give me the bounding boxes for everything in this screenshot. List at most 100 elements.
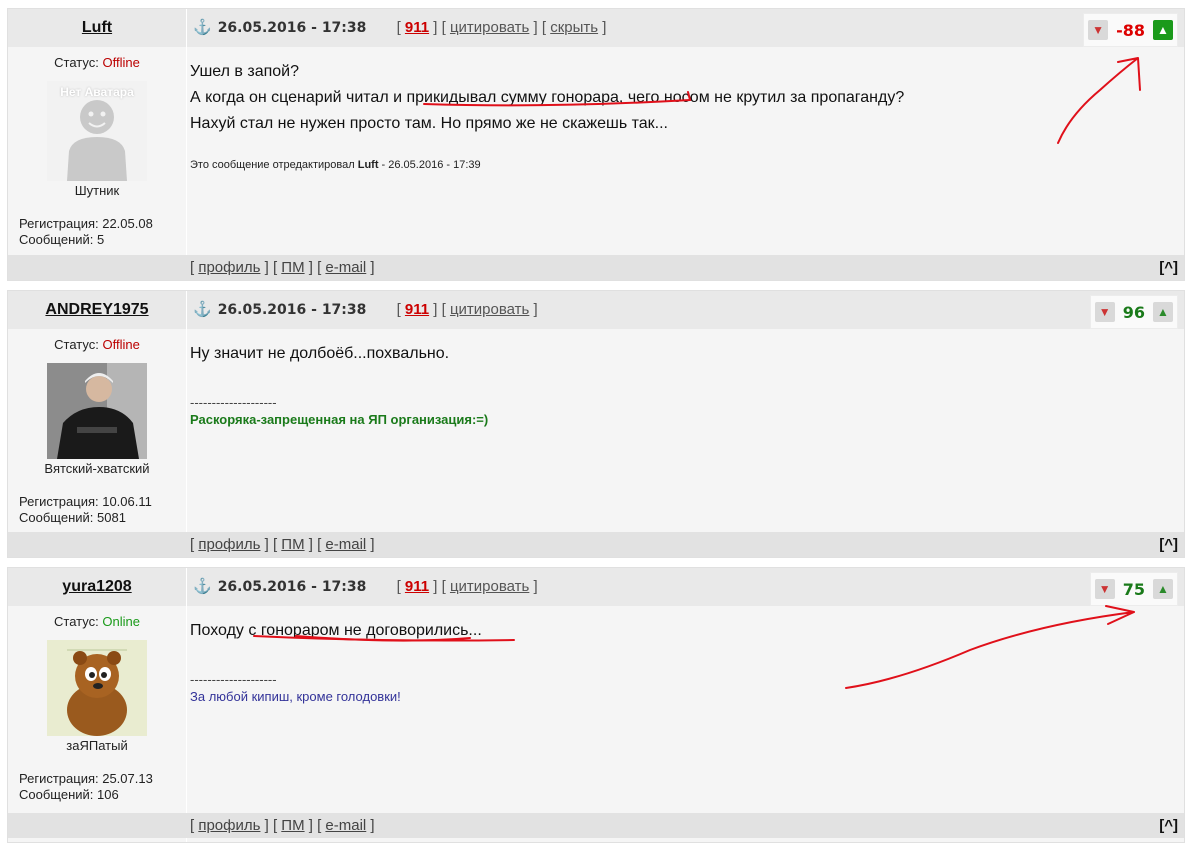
author-panel: Статус: Online заЯПатый Регистрация: 25.… [8,606,186,803]
post-number-link[interactable]: 911 [405,301,429,318]
post-number-link[interactable]: 911 [405,19,429,36]
forum-post: Luft ⚓ 26.05.2016 - 17:38 [ 911 ] [ цитир… [7,8,1185,281]
quote-link[interactable]: цитировать [450,301,529,318]
rating-score: 75 [1122,579,1145,599]
author-info: Регистрация: 25.07.13 Сообщений: 106 [8,771,186,803]
post-body: Походу с гонораром не договорились... --… [190,606,1174,704]
rating-score: 96 [1122,302,1145,322]
profile-link[interactable]: профиль [198,817,260,834]
post-meta: ⚓ 26.05.2016 - 17:38 [ 911 ] [ цитировать… [193,9,606,47]
author-info: Регистрация: 10.06.11 Сообщений: 5081 [8,494,186,526]
anchor-icon[interactable]: ⚓ [193,19,212,36]
message-line: Походу с гонораром не договорились... [190,622,482,639]
post-meta: ⚓ 26.05.2016 - 17:38 [ 911 ] [ цитировать… [193,291,538,329]
edit-note-prefix: Это сообщение отредактировал [190,159,355,171]
post-author[interactable]: Luft [8,9,186,47]
footer-links: [ профиль ] [ ПМ ] [ e-mail ] [190,536,375,553]
pm-link[interactable]: ПМ [281,259,304,276]
post-rating: ▼ 96 ▲ [1089,295,1178,329]
status-value: Online [102,614,140,629]
rating-score: -88 [1116,20,1145,40]
author-rank: заЯПатый [66,738,128,753]
message-count: Сообщений: 5 [19,232,105,247]
author-status: Статус: Offline [8,55,186,70]
thumbs-down-icon[interactable]: ▼ [1088,20,1109,40]
user-photo-icon [47,363,147,459]
post-rating: ▼ 75 ▲ [1089,572,1178,606]
author-status: Статус: Online [8,614,186,629]
post-actions: [ 911 ] [ цитировать ] [396,301,538,318]
message-line: Ушел в запой? [190,63,300,80]
author-rank: Шутник [74,183,120,198]
status-label: Статус: [54,55,99,70]
post-date: 26.05.2016 - 17:38 [217,579,367,595]
post-header: ANDREY1975 ⚓ 26.05.2016 - 17:38 [ 911 ] [… [8,291,1184,329]
thumbs-down-icon[interactable]: ▼ [1094,579,1115,599]
post-date: 26.05.2016 - 17:38 [217,20,367,36]
edit-note: Это сообщение отредактировал Luft - 26.0… [190,159,1174,171]
post-footer: [ профиль ] [ ПМ ] [ e-mail ] [^] [8,255,1184,280]
message-count: Сообщений: 106 [19,787,119,802]
anchor-icon[interactable]: ⚓ [193,578,212,595]
post-body: Ну значит не долбоёб...похвально. ------… [190,329,1174,427]
signature: Раскоряка-запрещенная на ЯП организация:… [190,412,489,427]
message-line: Ну значит не долбоёб...похвально. [190,345,450,362]
author-panel: Статус: Offline Вятский-хватский Регистр… [8,329,186,526]
status-value: Offline [102,55,140,70]
post-number-link[interactable]: 911 [405,578,429,595]
status-value: Offline [102,337,140,352]
avatar[interactable] [47,363,147,459]
avatar[interactable] [47,640,147,736]
column-divider [186,291,187,557]
email-link[interactable]: e-mail [325,259,366,276]
post-author[interactable]: ANDREY1975 [8,291,186,329]
email-link[interactable]: e-mail [325,536,366,553]
status-label: Статус: [54,614,99,629]
thumbs-down-icon[interactable]: ▼ [1094,302,1115,322]
scroll-top-link[interactable]: [^] [1159,532,1178,557]
thumbs-up-icon[interactable]: ▲ [1153,579,1173,599]
quote-link[interactable]: цитировать [450,19,529,36]
signature: За любой кипиш, кроме голодовки! [190,689,401,704]
footer-links: [ профиль ] [ ПМ ] [ e-mail ] [190,817,375,834]
scroll-top-link[interactable]: [^] [1159,255,1178,280]
email-link[interactable]: e-mail [325,817,366,834]
author-rank: Вятский-хватский [44,461,150,476]
post-footer: [ профиль ] [ ПМ ] [ e-mail ] [^] [8,532,1184,557]
post-date: 26.05.2016 - 17:38 [217,302,367,318]
thumbs-up-icon[interactable]: ▲ [1153,20,1173,40]
profile-link[interactable]: профиль [198,536,260,553]
profile-link[interactable]: профиль [198,259,260,276]
post-rating: ▼ -88 ▲ [1083,13,1178,47]
anchor-icon[interactable]: ⚓ [193,301,212,318]
post-footer: [ профиль ] [ ПМ ] [ e-mail ] [^] [8,813,1184,838]
registration-date: Регистрация: 25.07.13 [19,771,153,786]
column-divider [186,9,187,280]
message-count: Сообщений: 5081 [19,510,126,525]
quote-link[interactable]: цитировать [450,578,529,595]
author-link[interactable]: yura1208 [62,578,131,595]
thumbs-up-icon[interactable]: ▲ [1153,302,1173,322]
author-status: Статус: Offline [8,337,186,352]
column-divider [186,568,187,842]
avatar[interactable]: Нет Аватара [47,81,147,181]
author-link[interactable]: ANDREY1975 [45,301,148,318]
author-link[interactable]: Luft [82,19,112,36]
pm-link[interactable]: ПМ [281,536,304,553]
winnie-the-pooh-icon [47,640,147,736]
post-author[interactable]: yura1208 [8,568,186,606]
pm-link[interactable]: ПМ [281,817,304,834]
post-header: yura1208 ⚓ 26.05.2016 - 17:38 [ 911 ] [ ц… [8,568,1184,606]
edit-note-date: - 26.05.2016 - 17:39 [381,159,481,171]
status-label: Статус: [54,337,99,352]
hide-link[interactable]: скрыть [550,19,598,36]
scroll-top-link[interactable]: [^] [1159,813,1178,838]
author-info: Регистрация: 22.05.08 Сообщений: 5 [8,216,186,248]
post-header: Luft ⚓ 26.05.2016 - 17:38 [ 911 ] [ цитир… [8,9,1184,47]
post-message: Ну значит не долбоёб...похвально. [190,341,1174,367]
post-actions: [ 911 ] [ цитировать ] [396,578,538,595]
registration-date: Регистрация: 22.05.08 [19,216,153,231]
avatar-placeholder-text: Нет Аватара [60,85,134,99]
signature-separator: -------------------- [190,672,277,687]
post-body: Ушел в запой? А когда он сценарий читал … [190,47,1174,171]
